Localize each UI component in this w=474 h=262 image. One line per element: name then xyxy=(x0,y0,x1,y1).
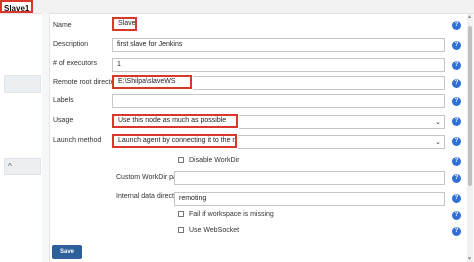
help-icon[interactable]: ? xyxy=(452,157,461,166)
scrollbar-thumb[interactable] xyxy=(468,26,472,186)
help-icon[interactable]: ? xyxy=(452,41,461,50)
use-websocket-label: Use WebSocket xyxy=(189,227,240,234)
help-icon[interactable]: ? xyxy=(452,194,461,203)
usage-select-rest[interactable]: ⌄ xyxy=(239,115,445,129)
top-bar xyxy=(0,0,474,14)
collapse-panel[interactable]: ^ xyxy=(4,158,41,175)
remote-root-input-rest[interactable] xyxy=(193,76,445,90)
internal-data-input[interactable]: remoting xyxy=(174,192,445,206)
scroll-down-icon[interactable]: ▼ xyxy=(467,256,472,262)
help-icon[interactable]: ? xyxy=(452,97,461,106)
help-icon[interactable]: ? xyxy=(452,21,461,30)
use-websocket-checkbox[interactable] xyxy=(178,227,184,233)
save-button[interactable]: Save xyxy=(52,245,82,259)
name-input[interactable]: Slave1 xyxy=(112,17,137,31)
scrollbar[interactable]: ▲ ▼ xyxy=(467,14,473,262)
help-icon[interactable]: ? xyxy=(452,61,461,70)
disable-workdir-checkbox[interactable] xyxy=(178,157,184,163)
description-input[interactable]: first slave for Jenkins xyxy=(112,38,445,52)
launch-method-select[interactable]: Launch agent by connecting it to the mas… xyxy=(112,134,237,148)
fail-if-missing-label: Fail if workspace is missing xyxy=(189,211,274,218)
help-icon[interactable]: ? xyxy=(452,227,461,236)
custom-workdir-input[interactable] xyxy=(174,171,445,185)
name-label: Name xyxy=(53,22,72,29)
help-icon[interactable]: ? xyxy=(452,174,461,183)
remote-root-label: Remote root directory xyxy=(53,79,121,86)
disable-workdir-label: Disable WorkDir xyxy=(189,157,240,164)
launch-method-select-rest[interactable]: ⌄ xyxy=(238,135,445,149)
launch-method-label: Launch method xyxy=(53,137,102,144)
section-rail xyxy=(42,13,50,262)
usage-select[interactable]: Use this node as much as possible xyxy=(112,114,238,128)
remote-root-input[interactable]: E:\Shilpa\slaveWS xyxy=(112,75,192,89)
scroll-up-icon[interactable]: ▲ xyxy=(467,14,472,20)
help-icon[interactable]: ? xyxy=(452,211,461,220)
help-icon[interactable]: ? xyxy=(452,79,461,88)
fail-if-missing-checkbox[interactable] xyxy=(178,211,184,217)
labels-input[interactable] xyxy=(112,94,445,108)
page-title: Slave1 xyxy=(0,0,34,13)
labels-label: Labels xyxy=(53,97,74,104)
side-panel xyxy=(4,75,41,93)
chevron-down-icon[interactable]: ⌄ xyxy=(435,137,441,148)
help-icon[interactable]: ? xyxy=(452,117,461,126)
custom-workdir-label: Custom WorkDir path xyxy=(116,174,183,181)
chevron-down-icon[interactable]: ⌄ xyxy=(435,117,441,128)
chevron-up-icon[interactable]: ^ xyxy=(8,162,12,171)
usage-label: Usage xyxy=(53,117,74,124)
executors-label: # of executors xyxy=(53,60,97,67)
description-label: Description xyxy=(53,41,89,48)
executors-input[interactable]: 1 xyxy=(112,58,445,72)
help-icon[interactable]: ? xyxy=(452,137,461,146)
